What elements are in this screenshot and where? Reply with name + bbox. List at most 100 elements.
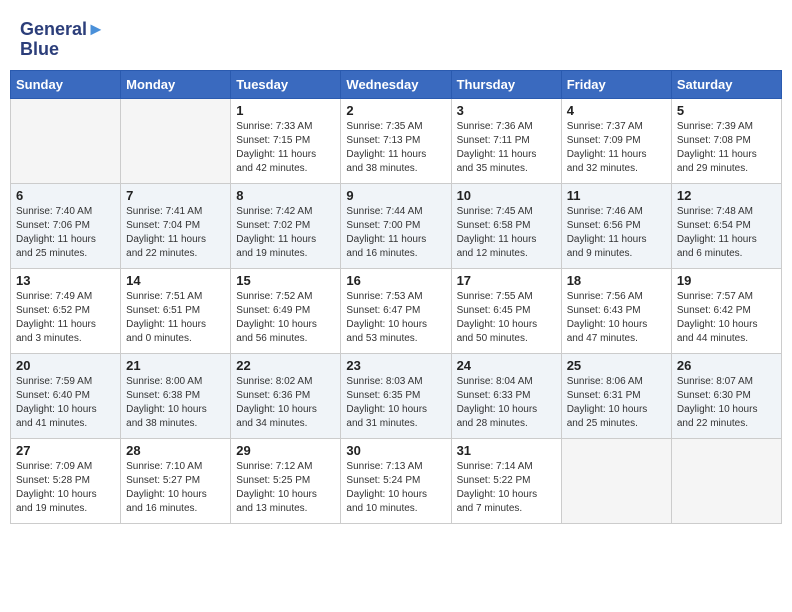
day-number: 7 [126,188,225,203]
day-number: 5 [677,103,776,118]
calendar-day-cell: 18 Sunrise: 7:56 AMSunset: 6:43 PMDayligh… [561,268,671,353]
day-info: Sunrise: 7:56 AMSunset: 6:43 PMDaylight:… [567,290,666,346]
calendar-day-cell: 13 Sunrise: 7:49 AMSunset: 6:52 PMDayligh… [11,268,121,353]
logo: General►Blue [20,20,105,60]
calendar-day-cell: 26 Sunrise: 8:07 AMSunset: 6:30 PMDayligh… [671,353,781,438]
calendar-day-cell: 2 Sunrise: 7:35 AMSunset: 7:13 PMDaylight… [341,98,451,183]
calendar-day-cell: 11 Sunrise: 7:46 AMSunset: 6:56 PMDayligh… [561,183,671,268]
day-info: Sunrise: 7:42 AMSunset: 7:02 PMDaylight:… [236,205,335,261]
calendar-day-cell [671,438,781,523]
calendar-day-cell: 22 Sunrise: 8:02 AMSunset: 6:36 PMDayligh… [231,353,341,438]
page-header: General►Blue [10,10,782,65]
day-number: 12 [677,188,776,203]
day-number: 15 [236,273,335,288]
day-number: 28 [126,443,225,458]
calendar-day-cell: 19 Sunrise: 7:57 AMSunset: 6:42 PMDayligh… [671,268,781,353]
day-info: Sunrise: 7:55 AMSunset: 6:45 PMDaylight:… [457,290,556,346]
calendar-day-cell: 30 Sunrise: 7:13 AMSunset: 5:24 PMDayligh… [341,438,451,523]
calendar-header-sunday: Sunday [11,70,121,98]
calendar-week-row: 13 Sunrise: 7:49 AMSunset: 6:52 PMDayligh… [11,268,782,353]
calendar-header-row: SundayMondayTuesdayWednesdayThursdayFrid… [11,70,782,98]
day-number: 20 [16,358,115,373]
day-info: Sunrise: 7:36 AMSunset: 7:11 PMDaylight:… [457,120,556,176]
logo-text: General►Blue [20,20,105,60]
calendar-header-tuesday: Tuesday [231,70,341,98]
calendar-header-thursday: Thursday [451,70,561,98]
day-number: 27 [16,443,115,458]
day-info: Sunrise: 7:09 AMSunset: 5:28 PMDaylight:… [16,460,115,516]
calendar-day-cell: 4 Sunrise: 7:37 AMSunset: 7:09 PMDaylight… [561,98,671,183]
calendar-day-cell: 16 Sunrise: 7:53 AMSunset: 6:47 PMDayligh… [341,268,451,353]
day-number: 2 [346,103,445,118]
calendar-header-wednesday: Wednesday [341,70,451,98]
day-info: Sunrise: 7:35 AMSunset: 7:13 PMDaylight:… [346,120,445,176]
day-number: 8 [236,188,335,203]
calendar-week-row: 1 Sunrise: 7:33 AMSunset: 7:15 PMDaylight… [11,98,782,183]
day-info: Sunrise: 7:51 AMSunset: 6:51 PMDaylight:… [126,290,225,346]
day-number: 24 [457,358,556,373]
day-number: 4 [567,103,666,118]
day-number: 18 [567,273,666,288]
calendar-day-cell: 31 Sunrise: 7:14 AMSunset: 5:22 PMDayligh… [451,438,561,523]
calendar-day-cell: 17 Sunrise: 7:55 AMSunset: 6:45 PMDayligh… [451,268,561,353]
calendar-day-cell: 6 Sunrise: 7:40 AMSunset: 7:06 PMDaylight… [11,183,121,268]
day-number: 25 [567,358,666,373]
calendar-day-cell: 12 Sunrise: 7:48 AMSunset: 6:54 PMDayligh… [671,183,781,268]
day-info: Sunrise: 7:14 AMSunset: 5:22 PMDaylight:… [457,460,556,516]
day-info: Sunrise: 7:57 AMSunset: 6:42 PMDaylight:… [677,290,776,346]
day-number: 31 [457,443,556,458]
day-number: 21 [126,358,225,373]
day-info: Sunrise: 7:13 AMSunset: 5:24 PMDaylight:… [346,460,445,516]
day-info: Sunrise: 7:39 AMSunset: 7:08 PMDaylight:… [677,120,776,176]
day-info: Sunrise: 8:00 AMSunset: 6:38 PMDaylight:… [126,375,225,431]
calendar-week-row: 6 Sunrise: 7:40 AMSunset: 7:06 PMDaylight… [11,183,782,268]
calendar-day-cell: 9 Sunrise: 7:44 AMSunset: 7:00 PMDaylight… [341,183,451,268]
calendar-header-monday: Monday [121,70,231,98]
calendar-day-cell: 24 Sunrise: 8:04 AMSunset: 6:33 PMDayligh… [451,353,561,438]
day-info: Sunrise: 7:37 AMSunset: 7:09 PMDaylight:… [567,120,666,176]
day-number: 16 [346,273,445,288]
calendar-day-cell [561,438,671,523]
day-number: 30 [346,443,445,458]
calendar-day-cell: 20 Sunrise: 7:59 AMSunset: 6:40 PMDayligh… [11,353,121,438]
calendar-day-cell: 1 Sunrise: 7:33 AMSunset: 7:15 PMDaylight… [231,98,341,183]
day-info: Sunrise: 7:46 AMSunset: 6:56 PMDaylight:… [567,205,666,261]
day-info: Sunrise: 8:02 AMSunset: 6:36 PMDaylight:… [236,375,335,431]
day-number: 3 [457,103,556,118]
day-info: Sunrise: 8:03 AMSunset: 6:35 PMDaylight:… [346,375,445,431]
day-number: 19 [677,273,776,288]
calendar-day-cell: 5 Sunrise: 7:39 AMSunset: 7:08 PMDaylight… [671,98,781,183]
calendar-day-cell: 3 Sunrise: 7:36 AMSunset: 7:11 PMDaylight… [451,98,561,183]
day-number: 14 [126,273,225,288]
day-number: 1 [236,103,335,118]
day-info: Sunrise: 8:07 AMSunset: 6:30 PMDaylight:… [677,375,776,431]
day-info: Sunrise: 7:10 AMSunset: 5:27 PMDaylight:… [126,460,225,516]
calendar-day-cell: 25Sunrise: 8:06 AMSunset: 6:31 PMDayligh… [561,353,671,438]
day-number: 10 [457,188,556,203]
day-info: Sunrise: 7:12 AMSunset: 5:25 PMDaylight:… [236,460,335,516]
calendar-day-cell: 10Sunrise: 7:45 AMSunset: 6:58 PMDayligh… [451,183,561,268]
day-number: 29 [236,443,335,458]
calendar-day-cell: 15Sunrise: 7:52 AMSunset: 6:49 PMDayligh… [231,268,341,353]
calendar-table: SundayMondayTuesdayWednesdayThursdayFrid… [10,70,782,524]
calendar-day-cell: 27 Sunrise: 7:09 AMSunset: 5:28 PMDayligh… [11,438,121,523]
day-info: Sunrise: 7:59 AMSunset: 6:40 PMDaylight:… [16,375,115,431]
day-info: Sunrise: 7:33 AMSunset: 7:15 PMDaylight:… [236,120,335,176]
day-info: Sunrise: 7:53 AMSunset: 6:47 PMDaylight:… [346,290,445,346]
day-info: Sunrise: 7:41 AMSunset: 7:04 PMDaylight:… [126,205,225,261]
day-number: 26 [677,358,776,373]
day-number: 17 [457,273,556,288]
day-info: Sunrise: 7:40 AMSunset: 7:06 PMDaylight:… [16,205,115,261]
day-number: 6 [16,188,115,203]
day-number: 11 [567,188,666,203]
calendar-week-row: 20 Sunrise: 7:59 AMSunset: 6:40 PMDayligh… [11,353,782,438]
day-info: Sunrise: 8:04 AMSunset: 6:33 PMDaylight:… [457,375,556,431]
day-info: Sunrise: 7:49 AMSunset: 6:52 PMDaylight:… [16,290,115,346]
calendar-header-friday: Friday [561,70,671,98]
day-number: 22 [236,358,335,373]
day-info: Sunrise: 7:44 AMSunset: 7:00 PMDaylight:… [346,205,445,261]
calendar-day-cell: 23Sunrise: 8:03 AMSunset: 6:35 PMDayligh… [341,353,451,438]
day-number: 9 [346,188,445,203]
day-number: 13 [16,273,115,288]
day-info: Sunrise: 7:48 AMSunset: 6:54 PMDaylight:… [677,205,776,261]
